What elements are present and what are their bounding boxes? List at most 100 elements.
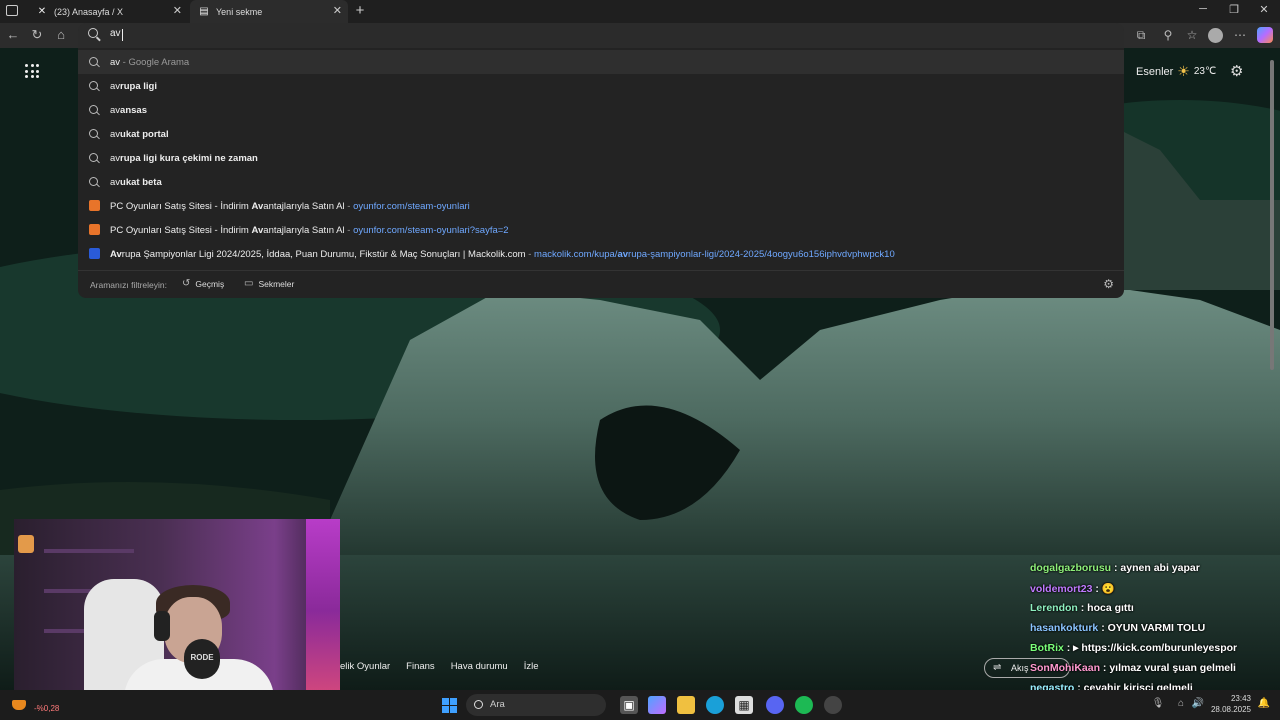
tabs-icon: ▭ xyxy=(244,278,254,289)
suggestion-item[interactable]: avrupa ligi xyxy=(78,74,1124,98)
maximize-button[interactable]: ❐ xyxy=(1225,3,1243,16)
stock-widget-icon[interactable] xyxy=(12,700,26,710)
site-title-match: Av xyxy=(251,224,264,236)
close-tab-icon[interactable]: ✕ xyxy=(333,4,342,17)
weather-unit: ℃ xyxy=(1204,66,1217,77)
suggestion-site-item[interactable]: Avrupa Şampiyonlar Ligi 2024/2025, İddaa… xyxy=(78,242,1124,266)
weather-location: Esenler xyxy=(1136,65,1174,78)
volume-icon[interactable]: 🔊 xyxy=(1190,698,1206,709)
edge-icon[interactable] xyxy=(706,696,724,714)
tab-title: (23) Anasayfa / X xyxy=(54,6,124,17)
search-icon xyxy=(474,700,483,709)
chat-text: : 😮 xyxy=(1092,583,1115,595)
address-bar[interactable] xyxy=(78,23,1124,48)
chat-username[interactable]: dogalgazborusu xyxy=(1030,562,1111,574)
taskbar: 🕊 ▣ ▦ xyxy=(0,690,1280,720)
chat-message: SonMohiKaan : yılmaz vural şuan gelmeli xyxy=(1030,662,1280,682)
oyunfor-favicon-icon xyxy=(89,200,100,211)
search-icon xyxy=(89,57,98,66)
neon-light xyxy=(306,519,340,703)
tabs-filter-button[interactable]: ▭ Sekmeler xyxy=(244,278,294,289)
apps-launcher-icon[interactable] xyxy=(25,64,39,78)
new-tab-icon: ▤ xyxy=(199,6,209,17)
suggestion-item[interactable]: avukat portal xyxy=(78,122,1124,146)
minimize-button[interactable]: ─ xyxy=(1194,3,1212,15)
feed-button-label: Akış xyxy=(1011,663,1029,673)
chat-username[interactable]: BotRix xyxy=(1030,642,1064,654)
steam-icon[interactable] xyxy=(824,696,842,714)
suggestion-completion: rupa ligi kura çekimi ne zaman xyxy=(120,152,258,164)
close-window-button[interactable]: ✕ xyxy=(1255,3,1273,16)
nav-link[interactable]: elik Oyunlar xyxy=(340,661,390,672)
suggestion-settings-icon[interactable]: ⚙ xyxy=(1103,277,1114,291)
history-filter-label: Geçmiş xyxy=(195,278,225,289)
search-icon xyxy=(89,153,98,162)
clock-time[interactable]: 23:43 xyxy=(1205,694,1251,703)
suggestion-site-item[interactable]: PC Oyunları Satış Sitesi - İndirim Avant… xyxy=(78,218,1124,242)
site-url: oyunfor.com/steam-oyunlari?sayfa=2 xyxy=(353,224,509,236)
feed-navigation: elik Oyunlar Finans Hava durumu İzle xyxy=(340,661,539,672)
nav-link[interactable]: Finans xyxy=(406,661,435,672)
new-tab-button[interactable]: + xyxy=(352,2,368,19)
favorites-icon[interactable]: ☆ xyxy=(1184,28,1200,42)
webcam-overlay: RODE xyxy=(14,519,340,703)
task-view-icon[interactable]: ▣ xyxy=(620,696,638,714)
suggestion-text: av xyxy=(110,56,121,68)
suggestion-completion: ukat beta xyxy=(120,176,162,188)
store-icon[interactable]: ▦ xyxy=(735,696,753,714)
home-icon[interactable]: ⌂ xyxy=(53,27,69,42)
copilot-icon[interactable] xyxy=(1257,27,1273,43)
suggestion-item[interactable]: avrupa ligi kura çekimi ne zaman xyxy=(78,146,1124,170)
clock-date[interactable]: 28.08.2025 xyxy=(1205,705,1251,714)
suggestion-site-item[interactable]: PC Oyunları Satış Sitesi - İndirim Avant… xyxy=(78,194,1124,218)
site-title: antajlarıyla Satın Al xyxy=(263,224,345,236)
file-explorer-icon[interactable] xyxy=(677,696,695,714)
tab-x-home[interactable]: ✕ (23) Anasayfa / X ✕ xyxy=(28,0,188,23)
address-input[interactable] xyxy=(110,28,710,39)
headset-icon xyxy=(154,611,170,641)
chat-message: hasankokturk : OYUN VARMI TOLU xyxy=(1030,622,1280,642)
split-screen-icon[interactable]: ⚲ xyxy=(1160,28,1176,42)
site-url: oyunfor.com/steam-oyunlari xyxy=(353,200,470,212)
chat-username[interactable]: hasankokturk xyxy=(1030,622,1098,634)
partly-cloudy-icon: ☀ xyxy=(1177,63,1190,79)
extensions-icon[interactable]: ⧉ xyxy=(1133,28,1149,43)
spotify-icon[interactable] xyxy=(795,696,813,714)
history-icon: ↺ xyxy=(182,278,191,289)
back-icon[interactable]: ← xyxy=(5,27,21,42)
suggestion-dropdown: av - Google Arama avrupa ligi avansas av… xyxy=(78,48,1124,298)
more-options-icon[interactable]: ⋯ xyxy=(1232,28,1248,42)
suggestion-item[interactable]: avansas xyxy=(78,98,1124,122)
refresh-icon[interactable]: ↻ xyxy=(29,27,45,43)
page-settings-icon[interactable]: ⚙ xyxy=(1230,62,1243,80)
suggestion-completion: ukat portal xyxy=(120,128,169,140)
taskbar-search-placeholder: Ara xyxy=(490,699,505,710)
taskbar-search[interactable]: Ara xyxy=(466,694,606,716)
chat-message: voldemort23 : 😮 xyxy=(1030,582,1280,602)
history-filter-button[interactable]: ↺ Geçmiş xyxy=(182,278,224,289)
chat-username[interactable]: SonMohiKaan xyxy=(1030,662,1100,674)
nav-link[interactable]: İzle xyxy=(524,661,539,672)
start-button[interactable] xyxy=(440,696,458,714)
suggestion-prefix: av xyxy=(110,128,121,140)
weather-widget[interactable]: Esenler ☀ 23 ℃ xyxy=(1136,63,1216,80)
chat-text: : yılmaz vural şuan gelmeli xyxy=(1100,662,1236,674)
notification-icon[interactable]: 🔔 xyxy=(1256,698,1272,709)
discord-icon[interactable] xyxy=(766,696,784,714)
site-title-match: Av xyxy=(110,248,122,260)
close-tab-icon[interactable]: ✕ xyxy=(173,4,182,17)
chat-username[interactable]: voldemort23 xyxy=(1030,583,1092,595)
chat-username[interactable]: Lerendon xyxy=(1030,602,1078,614)
profile-avatar[interactable] xyxy=(1208,28,1223,43)
mic-tray-icon[interactable]: 🎙 xyxy=(1150,698,1166,709)
suggestion-item[interactable]: av - Google Arama xyxy=(78,50,1124,74)
suggestion-item[interactable]: avukat beta xyxy=(78,170,1124,194)
tab-new-tab[interactable]: ▤ Yeni sekme ✕ xyxy=(190,0,348,23)
search-icon xyxy=(89,177,98,186)
nav-link[interactable]: Hava durumu xyxy=(451,661,508,672)
separator: - xyxy=(344,224,354,236)
copilot-taskbar-icon[interactable] xyxy=(648,696,666,714)
network-icon[interactable]: ⌂ xyxy=(1173,698,1189,709)
suggestion-completion: rupa ligi xyxy=(120,80,157,92)
tab-actions-menu-icon[interactable] xyxy=(6,5,18,16)
